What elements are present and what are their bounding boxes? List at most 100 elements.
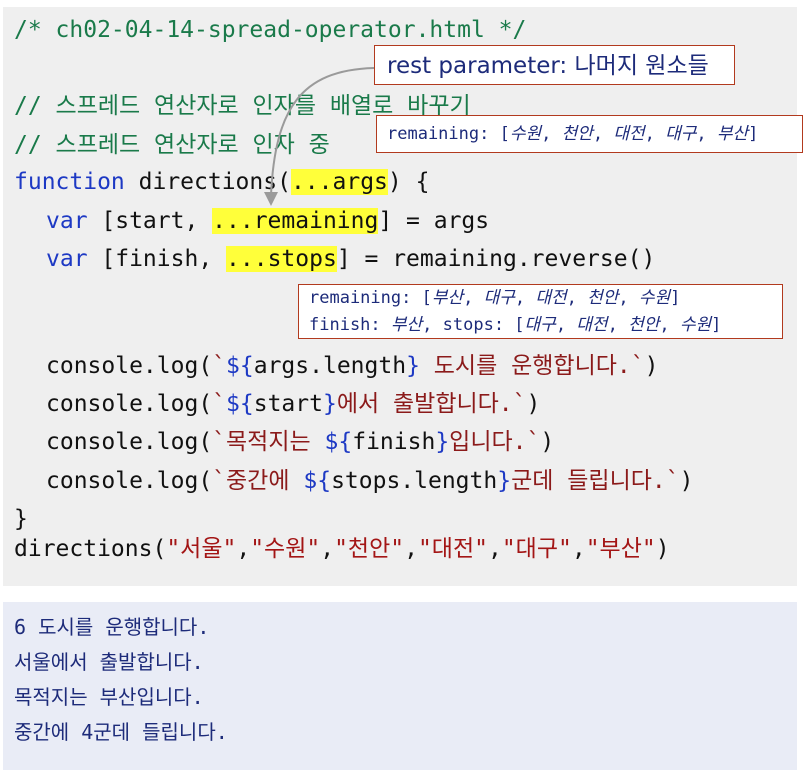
- log-call: console.log(: [46, 391, 213, 417]
- arg-string: "대구": [501, 536, 572, 562]
- console-log-4: console.log(`중간에 ${stops.length}군데 들립니다.…: [46, 467, 693, 495]
- sep: ,: [592, 124, 614, 144]
- callout-item: 대구: [524, 315, 556, 335]
- callout-item: 부산: [390, 315, 423, 335]
- interp-open: ${: [226, 353, 254, 379]
- sep: ,: [555, 315, 577, 335]
- sep: ,: [659, 315, 680, 335]
- template-text: `목적지는: [212, 429, 325, 455]
- log-call: console.log(: [46, 429, 213, 455]
- callout-item: 수원: [679, 315, 712, 335]
- interp-open: ${: [324, 429, 353, 455]
- template-text: `중간에: [212, 468, 304, 494]
- log-call: console.log(: [46, 353, 213, 379]
- sep: ,: [566, 288, 588, 308]
- template-text: 에서 출발합니다.`: [336, 391, 527, 417]
- interp-expr: args.length: [253, 353, 407, 379]
- console-log-2: console.log(`${start}에서 출발합니다.`): [46, 390, 540, 418]
- comma: ,: [487, 536, 502, 562]
- interp-close: }: [322, 391, 337, 417]
- log-close: ): [679, 468, 694, 494]
- rest-remaining: ...remaining: [212, 208, 379, 234]
- rest-parameter-callout: rest parameter: 나머지 원소들: [374, 45, 735, 85]
- arg-string: "천안": [334, 536, 405, 562]
- sep: ,: [514, 288, 536, 308]
- callout-label: , stops: [: [422, 315, 525, 335]
- assign-args: ] = args: [378, 208, 490, 234]
- bracket-close: ]: [748, 124, 759, 144]
- comma: ,: [236, 536, 251, 562]
- interp-close: }: [435, 429, 450, 455]
- function-declaration-line: function directions(...args) {: [14, 168, 429, 196]
- output-line-3: 목적지는 부산입니다.: [14, 685, 204, 709]
- function-signature-end: ) {: [387, 169, 430, 195]
- rest-stops: ...stops: [226, 246, 337, 272]
- var-finish-line: var [finish, ...stops] = remaining.rever…: [46, 245, 655, 273]
- output-line-2: 서울에서 출발합니다.: [14, 650, 204, 674]
- callout-item: 천안: [587, 288, 619, 308]
- console-log-1: console.log(`${args.length} 도시를 운행합니다.`): [46, 352, 658, 380]
- bracket-close: ]: [670, 288, 681, 308]
- callout-item: 대전: [535, 288, 567, 308]
- destructure-start: [start,: [87, 208, 213, 234]
- remaining-value-callout: remaining: [수원, 천안, 대전, 대구, 부산]: [376, 115, 803, 153]
- arg-string: "수원": [250, 536, 321, 562]
- function-keyword: function: [14, 169, 125, 195]
- reverse-result-callout: remaining: [부산, 대구, 대전, 천안, 수원] finish: 부…: [298, 284, 783, 339]
- callout-item: 수원: [509, 124, 542, 144]
- template-text: 군데 들립니다.`: [511, 468, 680, 494]
- var-keyword: var: [46, 208, 88, 234]
- template-open: `: [212, 391, 227, 417]
- callout-item: 대전: [613, 124, 645, 144]
- callout-item: 대구: [665, 124, 697, 144]
- assign-reverse: ] = remaining.reverse(): [336, 246, 656, 272]
- interp-expr: stops.length: [331, 468, 498, 494]
- sep: ,: [541, 124, 562, 144]
- function-signature: directions(: [124, 169, 291, 195]
- destructure-finish: [finish,: [87, 246, 227, 272]
- interp-close: }: [406, 353, 420, 379]
- log-call: console.log(: [46, 468, 213, 494]
- call-close: ): [655, 536, 670, 562]
- interp-expr: start: [253, 391, 323, 417]
- finish-stops-line: finish: 부산, stops: [대구, 대전, 천안, 수원]: [309, 312, 772, 339]
- log-close: ): [540, 429, 555, 455]
- callout-item: 천안: [561, 124, 593, 144]
- comma: ,: [320, 536, 335, 562]
- callout-item: 수원: [638, 288, 671, 308]
- callout-item: 부산: [431, 288, 464, 308]
- template-text: 도시를 운행합니다.`: [419, 353, 645, 379]
- directions-call-line: directions("서울","수원","천안","대전","대구","부산"…: [14, 535, 670, 563]
- sep: ,: [696, 124, 717, 144]
- arg-string: "부산": [585, 536, 656, 562]
- console-log-3: console.log(`목적지는 ${finish}입니다.`): [46, 428, 554, 456]
- output-line-4: 중간에 4군데 들립니다.: [14, 720, 228, 744]
- callout-item: 부산: [716, 124, 749, 144]
- callout-item: 대구: [483, 288, 515, 308]
- callout-item: 대전: [576, 315, 608, 335]
- interp-open: ${: [226, 391, 254, 417]
- template-text: 입니다.`: [449, 429, 541, 455]
- callout-label: finish:: [309, 315, 391, 335]
- sep: ,: [618, 288, 639, 308]
- function-close-brace: }: [14, 506, 28, 532]
- sep: ,: [644, 124, 666, 144]
- comma: ,: [404, 536, 418, 562]
- callout-label: remaining: [: [387, 124, 510, 144]
- callout-label: remaining: [: [309, 288, 432, 308]
- call-name: directions(: [14, 536, 167, 562]
- file-header-comment: /* ch02-04-14-spread-operator.html */: [14, 17, 527, 43]
- arg-string: "대전": [417, 536, 488, 562]
- interp-open: ${: [303, 468, 332, 494]
- sep: ,: [607, 315, 629, 335]
- sep: ,: [463, 288, 484, 308]
- callout-item: 천안: [628, 315, 660, 335]
- comment-line-2: // 스프레드 연산자로 인자 중: [14, 132, 330, 158]
- log-close: ): [526, 391, 541, 417]
- interp-expr: finish: [352, 429, 436, 455]
- var-keyword: var: [46, 246, 88, 272]
- interp-close: }: [497, 468, 512, 494]
- arg-string: "서울": [166, 536, 237, 562]
- rest-args-param: ...args: [290, 169, 388, 195]
- comma: ,: [571, 536, 586, 562]
